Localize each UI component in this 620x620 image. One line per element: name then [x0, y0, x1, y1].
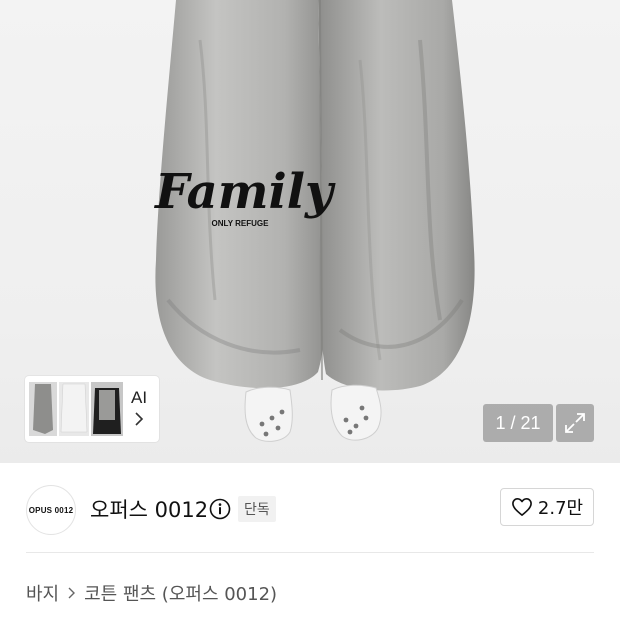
exclusive-badge: 단독	[238, 496, 276, 522]
print-subtext: ONLY REFUGE	[212, 219, 270, 228]
product-image-carousel[interactable]: Family ONLY REFUGE AI 1 / 21	[0, 0, 620, 463]
breadcrumb-product[interactable]: 코튼 팬츠 (오퍼스 0012)	[84, 580, 277, 606]
breadcrumb-category[interactable]: 바지	[26, 580, 59, 606]
expand-icon	[565, 413, 585, 433]
chevron-right-icon	[68, 587, 76, 599]
thumbnail-strip	[29, 380, 125, 438]
ai-link: AI	[131, 388, 147, 426]
breadcrumb: 바지 코튼 팬츠 (오퍼스 0012)	[26, 580, 277, 606]
ai-gallery-preview[interactable]: AI	[25, 376, 159, 442]
print-family-text: Family	[153, 164, 336, 220]
brand-row: OPUS 0012 오퍼스 0012 단독 2.7만	[0, 463, 620, 553]
brand-name-link[interactable]: 오퍼스 0012	[90, 494, 208, 524]
like-count: 2.7만	[537, 498, 584, 519]
expand-button[interactable]	[556, 404, 594, 442]
ai-label: AI	[131, 388, 148, 407]
like-button[interactable]: 2.7만	[500, 488, 594, 526]
info-icon[interactable]	[209, 498, 231, 520]
chevron-right-icon	[135, 412, 144, 426]
product-page: Family ONLY REFUGE AI 1 / 21 OPUS 0012 오…	[0, 0, 620, 620]
brand-logo-text: OPUS 0012	[28, 505, 74, 515]
brand-logo[interactable]: OPUS 0012	[26, 485, 76, 535]
heart-outline-icon	[511, 498, 532, 516]
image-pager: 1 / 21	[483, 404, 553, 442]
divider	[26, 552, 594, 553]
